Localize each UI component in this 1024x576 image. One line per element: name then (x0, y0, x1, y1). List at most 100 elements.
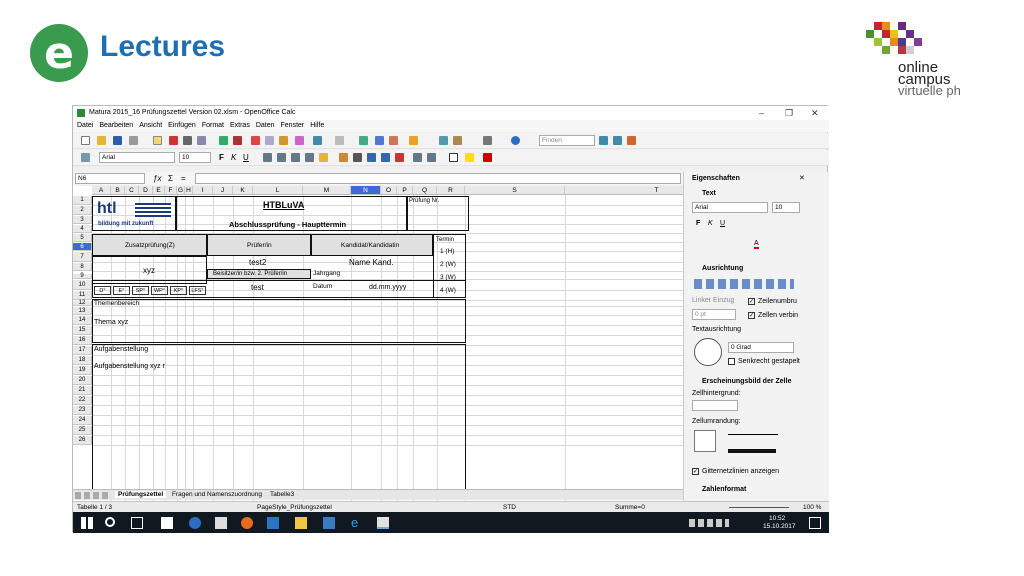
name-box[interactable]: N6 (75, 173, 145, 184)
grade-box[interactable]: D° (94, 286, 111, 295)
column-header[interactable]: M (303, 186, 351, 195)
paste-icon[interactable] (279, 136, 288, 145)
sidebar-close-icon[interactable]: ✕ (799, 174, 805, 182)
row-header[interactable]: 26 (73, 436, 92, 445)
borders-icon[interactable] (449, 153, 458, 162)
spellcheck-icon[interactable] (219, 136, 228, 145)
percent-icon[interactable] (353, 153, 362, 162)
explorer-icon[interactable] (295, 517, 307, 529)
navigator-icon[interactable] (439, 136, 448, 145)
minimize-button[interactable]: – (759, 108, 764, 118)
column-header[interactable]: R (437, 186, 465, 195)
section-text[interactable]: Text (702, 190, 716, 197)
open-icon[interactable] (97, 136, 106, 145)
column-header[interactable]: K (233, 186, 253, 195)
row-header[interactable]: 24 (73, 416, 92, 425)
row-header[interactable]: 12 (73, 300, 92, 306)
menu-hilfe[interactable]: Hilfe (310, 122, 324, 130)
sort-desc-icon[interactable] (389, 136, 398, 145)
row-header[interactable]: 9 (73, 273, 92, 279)
column-header[interactable]: C (125, 186, 139, 195)
row-header[interactable]: 14 (73, 316, 92, 325)
menu-bearbeiten[interactable]: Bearbeiten (99, 122, 133, 130)
task-view-icon[interactable] (131, 517, 143, 529)
row-header[interactable]: 3 (73, 216, 92, 224)
tray-icons[interactable] (689, 519, 729, 527)
align-center-icon[interactable] (277, 153, 286, 162)
column-header[interactable]: Q (413, 186, 437, 195)
tab-fragen[interactable]: Fragen und Namenszuordnung (169, 491, 265, 498)
section-ausrichtung[interactable]: Ausrichtung (702, 265, 743, 272)
gitternetz-checkbox[interactable]: ✓ (692, 468, 699, 475)
network-icon[interactable] (323, 517, 335, 529)
row-header[interactable]: 4 (73, 225, 92, 233)
menu-einfuegen[interactable]: Einfügen (168, 122, 196, 130)
row-header[interactable]: 16 (73, 336, 92, 345)
find-prev-icon[interactable] (613, 136, 622, 145)
sum-icon[interactable]: Σ (168, 174, 173, 183)
sidebar-bold-icon[interactable]: F (696, 220, 700, 227)
chart-icon[interactable] (409, 136, 418, 145)
help-icon[interactable] (511, 136, 520, 145)
sidebar-font-box[interactable]: Arial (692, 202, 768, 213)
email-icon[interactable] (129, 136, 138, 145)
number-format-icon[interactable] (367, 153, 376, 162)
zeilenumbruch-checkbox[interactable]: ✓ (748, 298, 755, 305)
currency-icon[interactable] (339, 153, 348, 162)
find-input[interactable]: Finden (539, 135, 595, 146)
column-header[interactable]: I (193, 186, 213, 195)
grade-box[interactable]: KP° (170, 286, 187, 295)
line-style-picker[interactable] (728, 434, 778, 435)
browser-icon[interactable] (241, 517, 253, 529)
column-header[interactable]: L (253, 186, 303, 195)
firefox-icon[interactable] (189, 517, 201, 529)
row-header[interactable]: 25 (73, 426, 92, 435)
background-color-icon[interactable] (465, 153, 474, 162)
grade-box[interactable]: WP° (151, 286, 168, 295)
tab-pruefungszettel[interactable]: Prüfungszettel (115, 491, 167, 498)
formula-input[interactable] (195, 173, 681, 184)
font-name-box[interactable]: Arial (99, 152, 175, 163)
rotation-dial[interactable] (694, 338, 722, 366)
row-header[interactable]: 21 (73, 386, 92, 395)
find-replace-icon[interactable] (627, 136, 636, 145)
column-header[interactable]: N (351, 186, 381, 195)
column-header[interactable]: T (565, 186, 683, 195)
zellen-verbinden-checkbox[interactable]: ✓ (748, 312, 755, 319)
sort-asc-icon[interactable] (375, 136, 384, 145)
font-size-box[interactable]: 10 (179, 152, 211, 163)
row-header[interactable]: 19 (73, 366, 92, 375)
underline-button[interactable]: U (243, 153, 249, 162)
format-paint-icon[interactable] (295, 136, 304, 145)
background-picker[interactable] (692, 400, 738, 411)
edit-icon[interactable] (153, 136, 162, 145)
hyperlink-icon[interactable] (359, 136, 368, 145)
pdf-icon[interactable] (169, 136, 178, 145)
menu-extras[interactable]: Extras (230, 122, 250, 130)
zoom-slider[interactable] (729, 507, 789, 508)
tab-nav-arrows[interactable] (75, 492, 109, 499)
indent-decrease-icon[interactable] (413, 153, 422, 162)
row-header[interactable]: 7 (73, 252, 92, 262)
row-header[interactable]: 11 (73, 291, 92, 300)
grade-box[interactable]: LFS° (189, 286, 206, 295)
column-header[interactable]: J (213, 186, 233, 195)
row-header[interactable]: 17 (73, 346, 92, 355)
column-header[interactable]: G (177, 186, 185, 195)
autospell-icon[interactable] (233, 136, 242, 145)
outlook-icon[interactable] (267, 517, 279, 529)
file-icon[interactable] (161, 517, 173, 529)
row-header[interactable]: 15 (73, 326, 92, 335)
menu-format[interactable]: Format (202, 122, 224, 130)
notifications-icon[interactable] (809, 517, 821, 529)
close-button[interactable]: ✕ (811, 108, 819, 119)
column-header[interactable]: P (397, 186, 413, 195)
openoffice-icon[interactable] (377, 517, 389, 529)
cut-icon[interactable] (251, 136, 260, 145)
search-icon[interactable] (105, 517, 115, 527)
menu-ansicht[interactable]: Ansicht (139, 122, 162, 130)
column-header[interactable]: F (165, 186, 177, 195)
align-right-icon[interactable] (291, 153, 300, 162)
undo-icon[interactable] (313, 136, 322, 145)
new-icon[interactable] (81, 136, 90, 145)
